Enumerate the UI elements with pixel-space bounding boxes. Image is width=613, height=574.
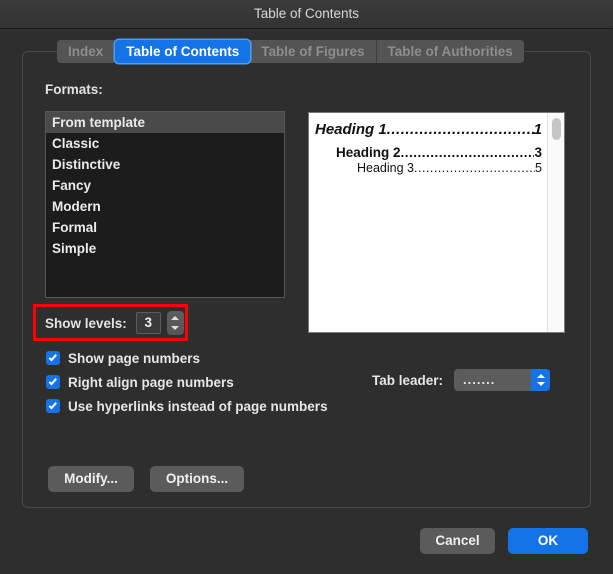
options-checkbox-group: Show page numbers Right align page numbe… bbox=[46, 346, 328, 418]
checkmark-icon[interactable] bbox=[46, 399, 60, 413]
preview-heading-text: Heading 3 bbox=[357, 161, 414, 175]
tab-leader-value: ....... bbox=[454, 369, 531, 391]
table-of-contents-dialog: Table of Contents Index Table of Content… bbox=[0, 0, 613, 574]
list-item[interactable]: Classic bbox=[46, 133, 284, 154]
preview-content: Heading 1...............................… bbox=[309, 113, 547, 332]
preview-page-number: 1 bbox=[534, 121, 542, 138]
preview-line-heading-2: Heading 2 ..............................… bbox=[336, 145, 542, 160]
list-item[interactable]: Fancy bbox=[46, 175, 284, 196]
chevron-up-down-icon[interactable] bbox=[531, 369, 550, 391]
preview-page-number: 5 bbox=[535, 161, 542, 175]
formats-listbox[interactable]: From template Classic Distinctive Fancy … bbox=[45, 111, 285, 298]
tab-leader-row: Tab leader: ....... bbox=[372, 369, 550, 391]
tab-table-of-authorities[interactable]: Table of Authorities bbox=[377, 40, 524, 63]
list-item[interactable]: From template bbox=[46, 112, 284, 133]
show-levels-input[interactable]: 3 bbox=[136, 312, 161, 334]
cancel-button[interactable]: Cancel bbox=[420, 528, 495, 554]
preview-page-number: 3 bbox=[534, 145, 542, 160]
preview-scrollbar[interactable] bbox=[547, 113, 564, 332]
preview-dot-leader: ........................................… bbox=[414, 161, 535, 175]
preview-dot-leader: ...................................... bbox=[387, 121, 534, 138]
tab-table-of-figures[interactable]: Table of Figures bbox=[250, 40, 376, 63]
dialog-title: Table of Contents bbox=[0, 0, 613, 28]
preview-heading-text: Heading 1 bbox=[315, 121, 387, 138]
tab-bar: Index Table of Contents Table of Figures… bbox=[57, 40, 524, 63]
chevron-up-icon[interactable] bbox=[171, 316, 179, 320]
list-item[interactable]: Modern bbox=[46, 196, 284, 217]
checkmark-icon[interactable] bbox=[46, 375, 60, 389]
preview-dot-leader: ................................... bbox=[401, 145, 535, 160]
preview-heading-text: Heading 2 bbox=[336, 145, 401, 160]
checkbox-right-align-page-numbers[interactable]: Right align page numbers bbox=[46, 370, 328, 394]
dialog-titlebar: Table of Contents bbox=[0, 0, 613, 29]
preview-line-heading-1: Heading 1...............................… bbox=[315, 121, 542, 138]
show-levels-stepper[interactable] bbox=[167, 311, 184, 335]
preview-line-heading-3: Heading 3...............................… bbox=[357, 161, 542, 175]
checkbox-use-hyperlinks[interactable]: Use hyperlinks instead of page numbers bbox=[46, 394, 328, 418]
ok-button[interactable]: OK bbox=[508, 528, 588, 554]
tab-leader-select[interactable]: ....... bbox=[454, 369, 550, 391]
list-item[interactable]: Simple bbox=[46, 238, 284, 259]
chevron-down-icon[interactable] bbox=[171, 326, 179, 330]
list-item[interactable]: Distinctive bbox=[46, 154, 284, 175]
show-levels-row: Show levels: 3 bbox=[45, 311, 184, 335]
options-button[interactable]: Options... bbox=[150, 466, 244, 492]
list-item[interactable]: Formal bbox=[46, 217, 284, 238]
tab-leader-label: Tab leader: bbox=[372, 373, 443, 388]
tab-table-of-contents[interactable]: Table of Contents bbox=[115, 40, 250, 63]
checkbox-label: Show page numbers bbox=[68, 351, 200, 366]
formats-label: Formats: bbox=[45, 82, 103, 97]
modify-button[interactable]: Modify... bbox=[48, 466, 134, 492]
checkbox-label: Right align page numbers bbox=[68, 375, 234, 390]
checkbox-label: Use hyperlinks instead of page numbers bbox=[68, 399, 328, 414]
tab-index[interactable]: Index bbox=[57, 40, 115, 63]
checkmark-icon[interactable] bbox=[46, 351, 60, 365]
preview-scrollbar-thumb[interactable] bbox=[552, 118, 561, 140]
preview-pane: Heading 1...............................… bbox=[308, 112, 565, 333]
show-levels-label: Show levels: bbox=[45, 316, 127, 331]
checkbox-show-page-numbers[interactable]: Show page numbers bbox=[46, 346, 328, 370]
